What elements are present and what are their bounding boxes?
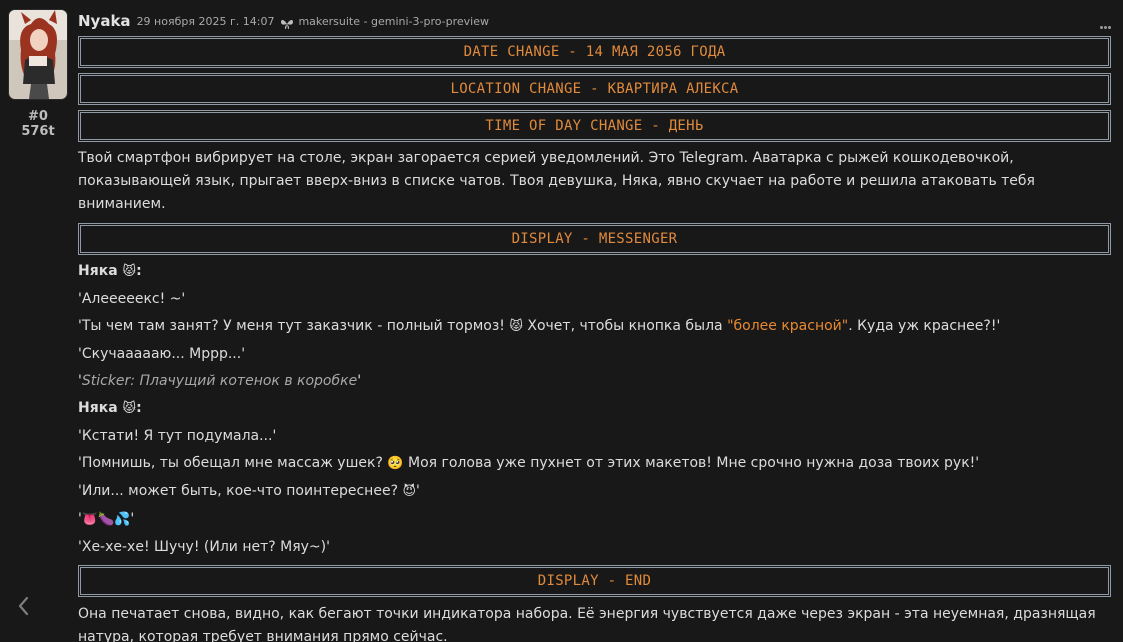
- message-body: DATE CHANGE - 14 МАЯ 2056 ГОДА LOCATION …: [78, 36, 1111, 642]
- chat-message-line: 'Ты чем там занят? У меня тут заказчик -…: [78, 317, 1111, 336]
- avatar[interactable]: [9, 10, 67, 99]
- highlighted-quote: "более красной": [727, 318, 849, 334]
- date-change-banner: DATE CHANGE - 14 МАЯ 2056 ГОДА: [78, 36, 1111, 68]
- speaker-name: Няка: [78, 400, 118, 416]
- display-messenger-banner: DISPLAY - MESSENGER: [78, 223, 1111, 255]
- token-count: 576t: [21, 124, 55, 139]
- more-options-icon[interactable]: [1099, 14, 1113, 29]
- speaker-name: Няка: [78, 263, 118, 279]
- sticker-line: 'Sticker: Плачущий котенок в коробке': [78, 372, 1111, 390]
- chat-text: 'Ты чем там занят? У меня тут заказчик -…: [78, 318, 510, 334]
- chat-text: 'Или... может быть, кое-что поинтереснее…: [78, 483, 403, 499]
- speaker-line: Няка 😾:: [78, 262, 1111, 281]
- emoji-message-line: '👅🍆💦': [78, 510, 1111, 529]
- chat-text: Моя голова уже пухнет от этих макетов! М…: [403, 455, 980, 471]
- chat-message-line: 'Хе-хе-хе! Шучу! (Или нет? Мяу~)': [78, 539, 330, 555]
- chevron-left-icon[interactable]: [14, 594, 34, 618]
- message-id: #0: [28, 109, 48, 124]
- chat-message: #0 576t Nyaka 29 ноября 2025 г. 14:07 ma…: [0, 0, 1123, 642]
- sticker-description: Sticker: Плачущий котенок в коробке: [81, 373, 358, 389]
- chat-message-line: 'Кстати! Я тут подумала...': [78, 428, 277, 444]
- display-end-banner: DISPLAY - END: [78, 565, 1111, 597]
- chat-text: ': [416, 483, 420, 499]
- speaker-colon: :: [136, 400, 142, 416]
- character-name[interactable]: Nyaka: [78, 12, 131, 30]
- model-provider-icon: [280, 15, 294, 29]
- location-change-banner: LOCATION CHANGE - КВАРТИРА АЛЕКСА: [78, 73, 1111, 105]
- message-header: Nyaka 29 ноября 2025 г. 14:07 makersuite…: [78, 10, 1113, 32]
- chat-message-line: 'Скучаааааю... Мррр...': [78, 346, 246, 362]
- quote-mark: ': [357, 373, 362, 389]
- pouting-cat-emoji: 😾: [122, 401, 137, 416]
- chat-message-line: 'Или... может быть, кое-что поинтереснее…: [78, 482, 1111, 501]
- chat-message-line: 'Алееееекс! ~': [78, 291, 186, 307]
- smiling-devil-emoji: 😈: [402, 484, 417, 499]
- time-change-banner: TIME OF DAY CHANGE - ДЕНЬ: [78, 110, 1111, 142]
- pouting-cat-emoji: 😾: [509, 319, 523, 334]
- pleading-face-emoji: 🥺: [387, 456, 404, 471]
- emoji-sequence: 👅🍆💦: [81, 512, 131, 527]
- quote-mark: ': [130, 511, 135, 527]
- message-timestamp: 29 ноября 2025 г. 14:07: [136, 14, 275, 28]
- pouting-cat-emoji: 😾: [122, 264, 137, 279]
- avatar-column: #0 576t: [9, 10, 67, 140]
- model-name: makersuite - gemini-3-pro-preview: [298, 14, 489, 28]
- narration-paragraph: Твой смартфон вибрирует на столе, экран …: [78, 150, 1035, 212]
- speaker-line: Няка 😾:: [78, 399, 1111, 418]
- chat-text: 'Помнишь, ты обещал мне массаж ушек?: [78, 455, 388, 471]
- chat-text: Хочет, чтобы кнопка была: [522, 318, 728, 334]
- chat-message-line: 'Помнишь, ты обещал мне массаж ушек? 🥺 М…: [78, 454, 1111, 473]
- chat-text: . Куда уж краснее?!': [848, 318, 1001, 334]
- speaker-colon: :: [136, 263, 142, 279]
- narration-paragraph: Она печатает снова, видно, как бегают то…: [78, 606, 1096, 642]
